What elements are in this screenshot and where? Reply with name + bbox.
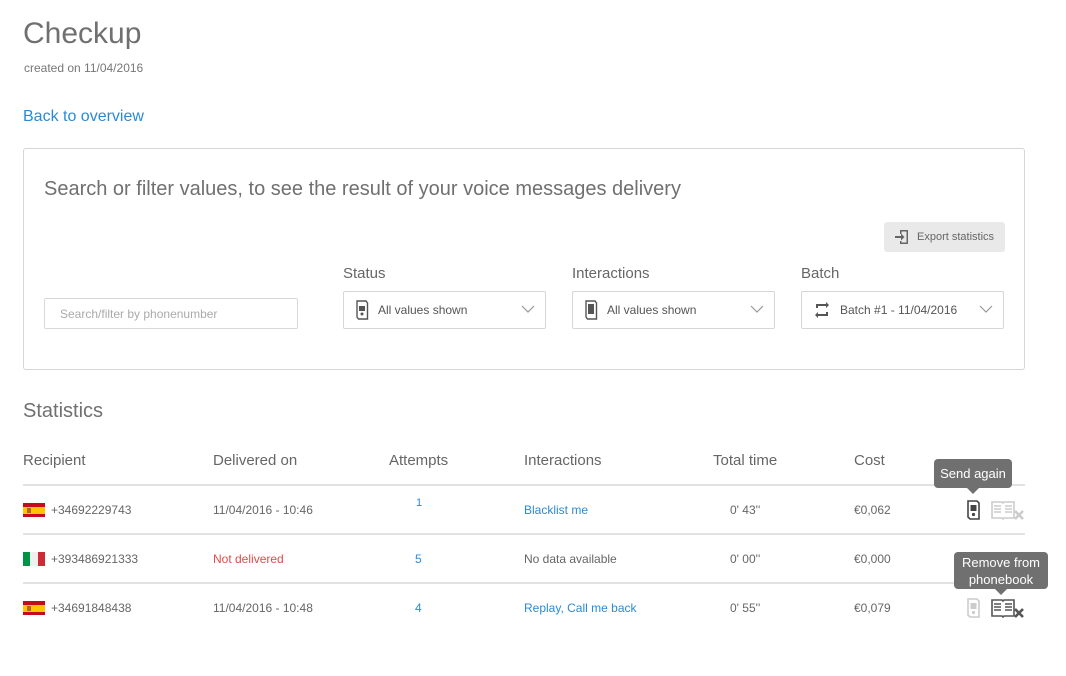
chevron-down-icon — [979, 305, 993, 313]
interactions-text: No data available — [524, 552, 617, 566]
send-again-tooltip-text: Send again — [940, 466, 1006, 481]
interactions-link[interactable]: Blacklist me — [524, 503, 588, 517]
status-label: Status — [343, 265, 386, 282]
export-statistics-label: Export statistics — [917, 231, 995, 243]
export-icon — [895, 230, 908, 244]
delivered-on: Not delivered — [213, 552, 284, 566]
total-time: 0' 55'' — [730, 601, 761, 615]
status-filter: Status All values shown — [343, 265, 546, 329]
italy-flag-icon — [23, 552, 45, 566]
send-again-icon[interactable] — [965, 499, 981, 524]
recipient-phone: +34691848438 — [51, 601, 132, 615]
column-header: Delivered on — [213, 452, 298, 469]
column-header: Cost — [854, 452, 885, 469]
remove-from-phonebook-icon[interactable] — [991, 499, 1025, 524]
phone-status-icon — [354, 299, 370, 321]
remove-from-phonebook-tooltip: Remove from phonebook — [954, 552, 1048, 595]
remove-tooltip-line-2: phonebook — [968, 572, 1034, 587]
table-row: +34691848438 11/04/2016 - 10:48 4 Replay… — [23, 584, 1025, 633]
page-subtitle: created on 11/04/2016 — [24, 61, 144, 75]
table-header: Recipient Delivered on Attempts Interact… — [23, 446, 1025, 486]
send-again-tooltip: Send again — [934, 459, 1012, 494]
total-time: 0' 00'' — [730, 552, 761, 566]
back-to-overview-link[interactable]: Back to overview — [23, 108, 144, 126]
batch-label: Batch — [801, 265, 840, 282]
spain-flag-icon — [23, 503, 45, 517]
status-select-value: All values shown — [378, 303, 468, 317]
interactions-select-value: All values shown — [607, 303, 697, 317]
export-statistics-button[interactable]: Export statistics — [884, 222, 1005, 252]
interactions-select[interactable]: All values shown — [572, 291, 775, 329]
recipient-phone: +393486921333 — [51, 552, 139, 566]
chevron-down-icon — [521, 305, 535, 313]
cost: €0,000 — [854, 552, 891, 566]
send-again-icon[interactable] — [965, 597, 981, 622]
phone-interaction-icon — [583, 299, 599, 321]
attempts-link[interactable]: 4 — [415, 601, 422, 615]
batch-select[interactable]: Batch #1 - 11/04/2016 — [801, 291, 1004, 329]
statistics-table: Recipient Delivered on Attempts Interact… — [23, 446, 1025, 633]
filter-heading: Search or filter values, to see the resu… — [44, 178, 681, 200]
search-phonenumber-input[interactable] — [44, 298, 298, 329]
total-time: 0' 43'' — [730, 503, 761, 517]
status-select[interactable]: All values shown — [343, 291, 546, 329]
column-header: Interactions — [524, 452, 602, 469]
interactions-link[interactable]: Replay, Call me back — [524, 601, 637, 615]
page-title: Checkup — [23, 17, 142, 50]
delivered-on: 11/04/2016 - 10:48 — [213, 601, 313, 615]
chevron-down-icon — [750, 305, 764, 313]
remove-tooltip-line-1: Remove from — [961, 555, 1041, 570]
interactions-label: Interactions — [572, 265, 650, 282]
spain-flag-icon — [23, 601, 45, 615]
batch-select-value: Batch #1 - 11/04/2016 — [840, 303, 958, 317]
batch-filter: Batch Batch #1 - 11/04/2016 — [801, 265, 1004, 329]
table-row: +34692229743 11/04/2016 - 10:46 1 Blackl… — [23, 486, 1025, 535]
filter-panel: Search or filter values, to see the resu… — [23, 148, 1025, 370]
recipient-phone: +34692229743 — [51, 503, 132, 517]
column-header: Attempts — [389, 452, 449, 469]
table-row: +393486921333 Not delivered 5 No data av… — [23, 535, 1025, 584]
attempts-link[interactable]: 5 — [415, 552, 422, 566]
remove-from-phonebook-icon[interactable] — [991, 597, 1025, 622]
statistics-title: Statistics — [23, 400, 104, 422]
column-header: Recipient — [23, 452, 86, 469]
delivered-on: 11/04/2016 - 10:46 — [213, 503, 313, 517]
column-header: Total time — [713, 452, 778, 469]
interactions-filter: Interactions All values shown — [572, 265, 775, 329]
cost: €0,079 — [854, 601, 891, 615]
cost: €0,062 — [854, 503, 891, 517]
attempts-link[interactable]: 1 — [416, 497, 422, 509]
repeat-icon — [812, 299, 832, 321]
